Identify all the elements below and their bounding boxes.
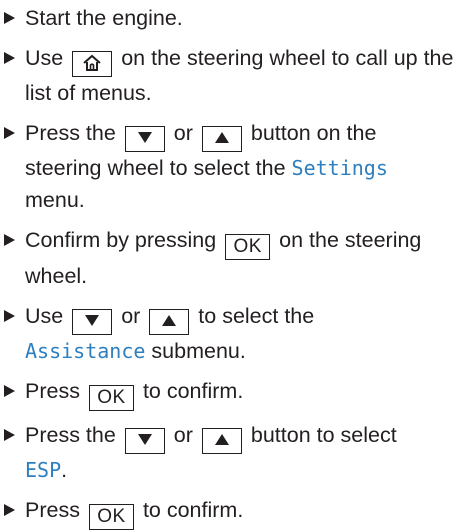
triangle-up-icon (162, 315, 177, 327)
triangle-bullet-icon (4, 310, 15, 322)
triangle-bullet-icon (4, 12, 15, 24)
triangle-bullet-icon (4, 127, 15, 139)
home-icon (83, 54, 101, 71)
step-text: or (121, 304, 141, 328)
step-text: to confirm. (142, 498, 244, 522)
ok-button-key: OK (88, 385, 134, 411)
step-text: . (61, 458, 68, 482)
step-7: Press the or button to select ESP. (2, 419, 458, 486)
triangle-down-icon (137, 434, 152, 446)
step-text: or (173, 423, 193, 447)
down-button-key (124, 126, 165, 152)
up-button-key (201, 428, 242, 454)
step-text: Start the engine. (25, 6, 183, 30)
step-text: to confirm. (142, 379, 244, 403)
triangle-down-icon (85, 315, 100, 327)
step-text: button to select (250, 423, 397, 447)
step-3: Press the or button on the steering whee… (2, 117, 458, 216)
ok-button-key: OK (88, 504, 134, 530)
triangle-bullet-icon (4, 52, 15, 64)
step-text: Use (25, 304, 64, 328)
up-button-key (149, 309, 190, 335)
step-5: Use or to select the Assistance submenu. (2, 300, 458, 367)
ok-button-key: OK (225, 234, 271, 260)
step-text: Use (25, 46, 64, 70)
down-button-key (72, 309, 113, 335)
menu-term-assistance: Assistance (25, 339, 146, 363)
step-text: Press the (25, 121, 116, 145)
up-button-key (201, 126, 242, 152)
step-text: submenu. (151, 339, 246, 363)
step-text: menu. (25, 188, 85, 212)
triangle-up-icon (214, 132, 229, 144)
triangle-bullet-icon (4, 504, 15, 516)
triangle-bullet-icon (4, 385, 15, 397)
step-4: Confirm by pressing OK on the steering w… (2, 224, 458, 292)
instruction-list: Start the engine. Use on the steering wh… (0, 0, 458, 530)
menu-term-esp: ESP (25, 458, 62, 482)
triangle-up-icon (214, 434, 229, 446)
menu-term-settings: Settings (291, 156, 388, 180)
step-text: Press (25, 498, 80, 522)
step-1: Start the engine. (2, 2, 458, 34)
home-button-key (72, 51, 113, 77)
triangle-bullet-icon (4, 234, 15, 246)
step-2: Use on the steering wheel to call up the… (2, 42, 458, 109)
triangle-bullet-icon (4, 429, 15, 441)
step-8: Press OK to confirm. (2, 494, 458, 530)
step-text: Confirm by pressing (25, 228, 217, 252)
step-6: Press OK to confirm. (2, 375, 458, 411)
step-text: Press the (25, 423, 116, 447)
down-button-key (124, 428, 165, 454)
step-text: or (173, 121, 193, 145)
step-text: Press (25, 379, 80, 403)
step-text: to select the (198, 304, 315, 328)
triangle-down-icon (137, 132, 152, 144)
